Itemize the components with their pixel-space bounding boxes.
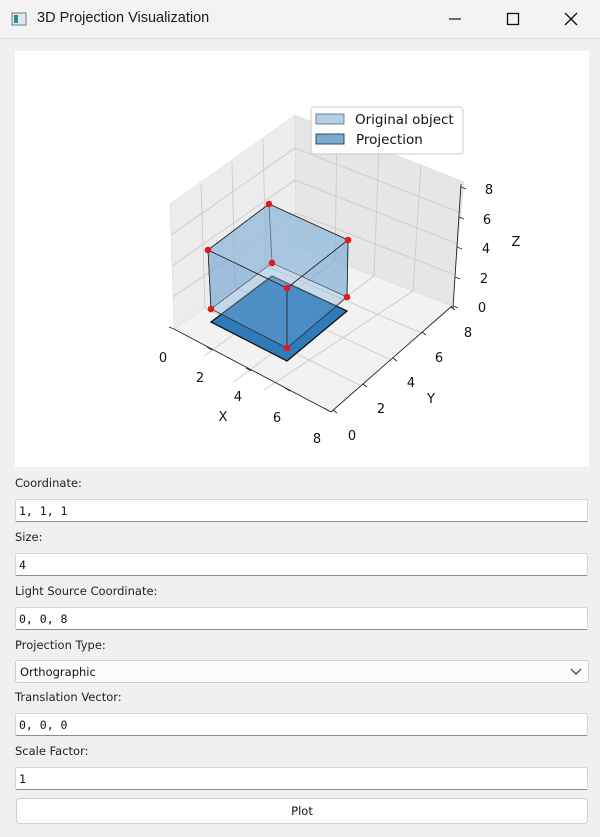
coordinate-value: 1, 1, 1 <box>19 504 68 518</box>
translation-label: Translation Vector: <box>15 690 122 704</box>
projection-type-select[interactable]: Orthographic <box>15 660 589 683</box>
scale-input[interactable]: 1 <box>15 767 588 790</box>
close-icon <box>564 12 578 26</box>
vertex <box>268 259 276 267</box>
z-axis-label: Z <box>512 235 521 250</box>
window-title: 3D Projection Visualization <box>37 10 210 26</box>
projection-type-label: Projection Type: <box>15 638 106 652</box>
z-tick-label: 0 <box>478 301 486 316</box>
scale-value: 1 <box>19 772 26 786</box>
x-tick-label: 0 <box>159 351 167 366</box>
light-source-label: Light Source Coordinate: <box>15 584 158 598</box>
x-tick-label: 6 <box>273 411 281 426</box>
y-tick-label: 2 <box>377 402 385 417</box>
projection-type-value: Orthographic <box>20 665 96 679</box>
size-value: 4 <box>19 558 26 572</box>
projection-plot-svg: 0 2 4 6 8 X 0 2 4 6 8 Y 0 2 4 6 8 Z Orig… <box>159 106 521 447</box>
y-tick-label: 8 <box>464 326 472 341</box>
maximize-button[interactable] <box>484 0 542 38</box>
vertex <box>344 236 352 244</box>
translation-input[interactable]: 0, 0, 0 <box>15 713 588 736</box>
z-tick-label: 2 <box>480 272 488 287</box>
vertex <box>343 293 351 301</box>
z-tick-label: 4 <box>482 242 490 257</box>
y-tick-label: 0 <box>348 429 356 444</box>
x-tick-label: 4 <box>234 390 242 405</box>
vertex <box>283 344 291 352</box>
vertex <box>283 284 291 292</box>
x-tick-label: 8 <box>313 432 321 447</box>
minimize-icon <box>449 18 461 20</box>
legend: Original object Projection <box>310 106 464 155</box>
y-axis-label: Y <box>426 392 435 407</box>
plot-canvas[interactable]: 0 2 4 6 8 X 0 2 4 6 8 Y 0 2 4 6 8 Z Orig… <box>15 51 589 467</box>
minimize-button[interactable] <box>426 0 484 38</box>
vertex <box>265 200 273 208</box>
scale-label: Scale Factor: <box>15 744 89 758</box>
legend-label-projection: Projection <box>356 132 423 148</box>
legend-swatch-projection <box>315 133 345 145</box>
coordinate-input[interactable]: 1, 1, 1 <box>15 499 588 522</box>
x-tick-label: 2 <box>196 371 204 386</box>
y-tick-label: 6 <box>435 351 443 366</box>
app-icon <box>11 12 27 26</box>
vertex <box>204 246 212 254</box>
maximize-icon <box>506 12 520 26</box>
light-source-input[interactable]: 0, 0, 8 <box>15 607 588 630</box>
plot-button[interactable]: Plot <box>16 798 588 824</box>
legend-swatch-original <box>315 113 345 125</box>
legend-label-original: Original object <box>355 112 454 128</box>
x-axis-label: X <box>219 410 228 425</box>
chevron-down-icon <box>570 668 582 675</box>
translation-value: 0, 0, 0 <box>19 718 68 732</box>
light-source-value: 0, 0, 8 <box>19 612 68 626</box>
title-bar: 3D Projection Visualization <box>0 0 600 39</box>
y-tick-label: 4 <box>407 376 415 391</box>
size-label: Size: <box>15 530 43 544</box>
coordinate-label: Coordinate: <box>15 476 82 490</box>
z-tick-label: 8 <box>485 183 493 198</box>
z-tick-label: 6 <box>483 213 491 228</box>
vertex <box>207 305 215 313</box>
size-input[interactable]: 4 <box>15 553 588 576</box>
close-button[interactable] <box>542 0 600 38</box>
